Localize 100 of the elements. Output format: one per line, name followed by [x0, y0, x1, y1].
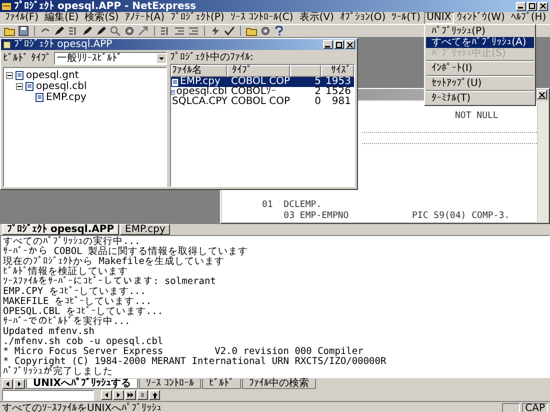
scrollbar[interactable] [537, 101, 548, 222]
output-line: ｻｰﾊﾞｰから COBOL 製品に関する情報を取得しています [3, 247, 250, 257]
tree-item[interactable]: EMP.cpy [46, 92, 86, 103]
output-line: OPESQL.CBL をｺﾋﾟｰしています... [3, 307, 164, 317]
output-tab[interactable]: ｿｰｽ ｺﾝﾄﾛｰﾙ [138, 378, 202, 388]
help-icon[interactable] [274, 26, 285, 36]
code-line: 01 DCLEMP. [262, 200, 323, 211]
output-line: * Copyright (C) 1984-2000 MERANT International URN RXCTS/IZO/00000R [3, 357, 388, 367]
file-icon [35, 93, 44, 102]
menu-option[interactable]: ｾｯﾄｱｯﾌﾟ(U) [426, 78, 534, 89]
menu-item[interactable]: ﾌﾟﾛｼﾞｪｸﾄ(P) [168, 12, 228, 24]
indent-icon[interactable] [188, 26, 199, 36]
menu-option[interactable]: すべてをﾊﾟﾌﾞﾘｯｼｭ(A) [426, 37, 534, 48]
pencil-icon[interactable] [54, 26, 65, 36]
column-header[interactable] [290, 65, 322, 77]
maximize-icon [529, 3, 535, 9]
menu-item[interactable]: ﾌｧｲﾙ(F) [2, 12, 42, 24]
up-arrow-icon [152, 392, 158, 398]
tree-item[interactable]: opesql.gnt [26, 70, 79, 81]
menu-item[interactable]: 表示(V) [296, 12, 337, 24]
right-arrow-icon [17, 380, 22, 386]
tree-item[interactable]: opesql.cbl [36, 81, 87, 92]
output-tab[interactable]: UNIXへﾊﾟﾌﾞﾘｯｼｭする [26, 378, 138, 388]
maximize-button[interactable] [527, 2, 537, 10]
file-row[interactable]: opesql.cbl COBOLｿｰ 2 1526 [171, 87, 354, 97]
file-row[interactable]: EMP.cpy COBOL COP 5 1953 [171, 77, 354, 87]
upload-button[interactable] [149, 390, 160, 400]
input-field[interactable] [2, 390, 94, 400]
file-size: 1526 [324, 87, 352, 97]
menu-option[interactable]: ｲﾝﾎﾟｰﾄ(I) [426, 63, 534, 74]
file-type: COBOL COP [230, 77, 291, 87]
file-row[interactable]: SQLCA.CPY COBOL COP 0 981 [171, 97, 354, 107]
menu-item[interactable]: 編集(E) [42, 12, 82, 24]
minimize-button[interactable] [516, 2, 526, 10]
code-line: 03 EMP-EMPNO [282, 211, 350, 222]
files-label: ﾌﾟﾛｼﾞｪｸﾄ中のﾌｧｲﾙ: [170, 52, 254, 63]
build-type-label: ﾋﾞﾙﾄﾞ ﾀｲﾌﾟ [3, 53, 52, 64]
collapse-icon[interactable] [16, 83, 23, 90]
file-size: 981 [330, 97, 352, 107]
scroll-right-button[interactable] [14, 378, 25, 388]
file-icon [15, 71, 24, 80]
window-title: ﾌﾟﾛｼﾞｪｸﾄ opesql.APP - NetExpress [14, 0, 196, 12]
stop-button[interactable] [137, 390, 148, 400]
build-type-dropdown[interactable]: 一般ﾘﾘｰｽﾋﾞﾙﾄﾞ [54, 52, 167, 65]
file-type: COBOLｿｰ [230, 87, 276, 97]
menu-item[interactable]: UNIX [424, 12, 454, 24]
file-size: 1953 [324, 77, 352, 87]
table-cell-text: 0 [314, 97, 321, 107]
indent-icon[interactable] [174, 26, 185, 36]
close-icon [347, 42, 353, 48]
folder-icon[interactable] [4, 26, 15, 36]
menu-item[interactable]: ﾂｰﾙ(T) [388, 12, 424, 24]
folder-icon[interactable] [246, 26, 257, 36]
code-clause: PIC S9(04) COMP-3. [412, 211, 510, 222]
menu-item[interactable]: ｱﾉﾃｰﾄ(A) [122, 12, 168, 24]
maximize-button[interactable] [334, 40, 344, 49]
menu-item[interactable]: ｳｨﾝﾄﾞｳ(W) [454, 12, 508, 24]
menu-item[interactable]: ｵﾌﾟｼｮﾝ(O) [336, 12, 389, 24]
pencil-icon[interactable] [82, 26, 93, 36]
file-type: COBOL COP [230, 97, 291, 107]
last-button[interactable] [125, 390, 136, 400]
file-name: opesql.cbl [176, 87, 227, 97]
file-name: SQLCA.CPY [172, 97, 228, 107]
minimize-button[interactable] [323, 40, 333, 49]
output-tab[interactable]: ﾋﾞﾙﾄﾞ [202, 378, 242, 388]
status-text: すべてのｿｰｽﾌｧｲﾙをUNIXへﾊﾟﾌﾞﾘｯｼｭ [2, 402, 162, 412]
pencil-icon[interactable] [96, 26, 107, 36]
output-line: ｻｰﾊﾞｰでのﾋﾞﾙﾄﾞを実行中... [3, 317, 132, 327]
app-icon [2, 2, 11, 10]
output-line: ﾊﾟﾌﾞﾘｯｼｭが完了しました [3, 367, 114, 377]
file-name: EMP.cpy [180, 77, 220, 87]
output-line: ./mfenv.sh cob -u opesql.cbl [3, 337, 164, 347]
lightning-icon[interactable] [210, 26, 221, 36]
menu-option[interactable]: ﾀｰﾐﾅﾙ(T) [426, 93, 534, 104]
output-line: すべてのﾊﾟﾌﾞﾘｯｼｭの実行中... [3, 237, 142, 247]
output-line: Updated mfenv.sh [3, 327, 96, 337]
output-line: MAKEFILE をｺﾋﾟｰしています... [3, 297, 153, 307]
code-text: NOT NULL [455, 111, 500, 122]
previous-button[interactable] [101, 390, 112, 400]
save-icon[interactable] [18, 26, 29, 36]
menu-item[interactable]: ﾍﾙﾌﾟ(H) [508, 12, 550, 24]
left-arrow-icon [104, 392, 109, 398]
scroll-left-button[interactable] [2, 378, 13, 388]
close-button[interactable] [345, 40, 355, 49]
check-icon[interactable] [224, 26, 235, 36]
column-header[interactable]: ﾌｧｲﾙ名 [171, 65, 227, 77]
square-icon [140, 392, 145, 398]
table-cell-text: 5 [314, 77, 321, 87]
maximize-icon [336, 42, 342, 48]
close-button[interactable] [538, 2, 548, 10]
double-arrow-icon [127, 392, 134, 398]
next-button[interactable] [113, 390, 124, 400]
close-icon [539, 92, 545, 98]
left-arrow-icon [5, 380, 10, 386]
status-indicator: CAP [522, 402, 548, 412]
output-tab[interactable]: ﾌｧｲﾙ中の検索 [242, 378, 316, 388]
menu-option[interactable]: ﾊﾟﾌﾞﾘｯｼｭ(P) [426, 26, 534, 37]
collapse-icon[interactable] [6, 72, 13, 79]
menu-item[interactable]: ｿｰｽ ｺﾝﾄﾛｰﾙ(C) [227, 12, 296, 24]
menu-item[interactable]: 検索(S) [82, 12, 122, 24]
